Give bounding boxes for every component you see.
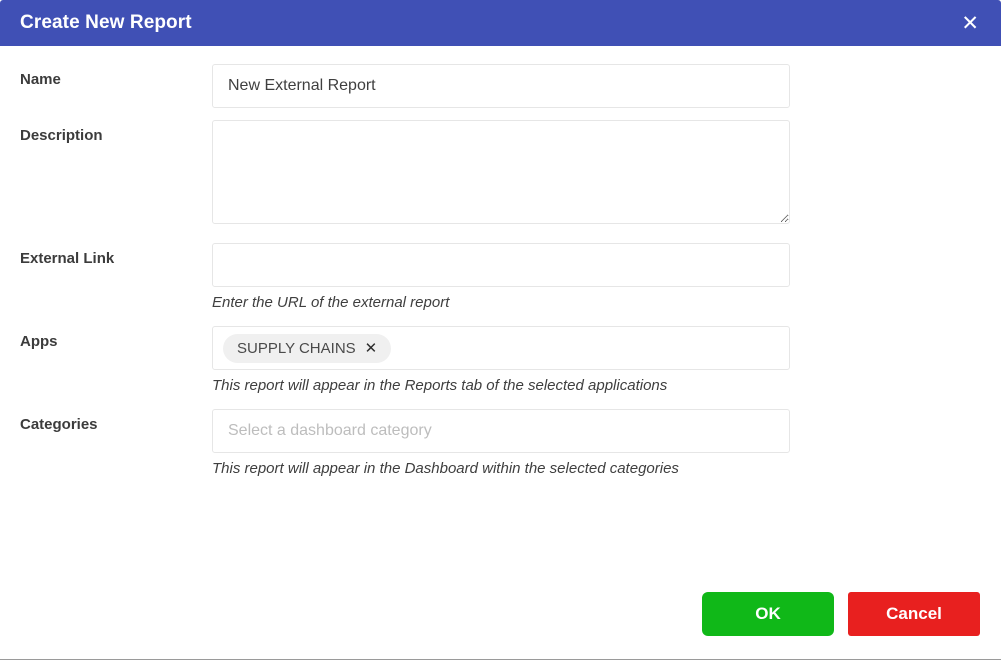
dialog-title: Create New Report — [20, 12, 192, 33]
categories-select[interactable]: Select a dashboard category — [212, 409, 790, 453]
external-link-hint: Enter the URL of the external report — [212, 294, 450, 311]
close-icon[interactable]: ✕ — [955, 9, 985, 38]
form-row-categories: Categories Select a dashboard category T… — [0, 409, 1001, 478]
form-row-name: Name — [0, 64, 1001, 108]
form-row-external-link: External Link Enter the URL of the exter… — [0, 243, 1001, 312]
cancel-button[interactable]: Cancel — [848, 592, 980, 636]
categories-field-wrap: Select a dashboard category This report … — [212, 409, 790, 478]
categories-label: Categories — [20, 416, 98, 433]
apps-field-wrap: SUPPLY CHAINS ✕ This report will appear … — [212, 326, 790, 395]
description-field-wrap — [212, 120, 790, 229]
categories-placeholder: Select a dashboard category — [228, 422, 432, 439]
dialog-body: Name Description External Link Enter the… — [0, 46, 1001, 592]
app-chip[interactable]: SUPPLY CHAINS ✕ — [223, 333, 392, 363]
external-link-field-wrap: Enter the URL of the external report — [212, 243, 790, 312]
form-row-description: Description — [0, 120, 1001, 229]
apps-label: Apps — [20, 333, 58, 350]
ok-button[interactable]: OK — [702, 592, 834, 636]
form-row-apps: Apps SUPPLY CHAINS ✕ This report will ap… — [0, 326, 1001, 395]
name-field-wrap — [212, 64, 790, 108]
description-textarea[interactable] — [212, 120, 790, 224]
name-input[interactable] — [212, 64, 790, 108]
app-chip-label: SUPPLY CHAINS — [237, 339, 356, 357]
name-label: Name — [20, 71, 61, 88]
categories-hint: This report will appear in the Dashboard… — [212, 460, 679, 477]
description-label: Description — [20, 127, 103, 144]
app-chip-remove-icon[interactable]: ✕ — [365, 340, 378, 356]
apps-chips-input[interactable]: SUPPLY CHAINS ✕ — [212, 326, 790, 370]
apps-hint: This report will appear in the Reports t… — [212, 377, 668, 394]
external-link-input[interactable] — [212, 243, 790, 287]
external-link-label: External Link — [20, 250, 115, 267]
create-new-report-dialog: Create New Report ✕ Name Description Ext… — [0, 0, 1001, 660]
dialog-titlebar: Create New Report ✕ — [0, 0, 1001, 46]
dialog-footer: OK Cancel — [0, 592, 1001, 659]
